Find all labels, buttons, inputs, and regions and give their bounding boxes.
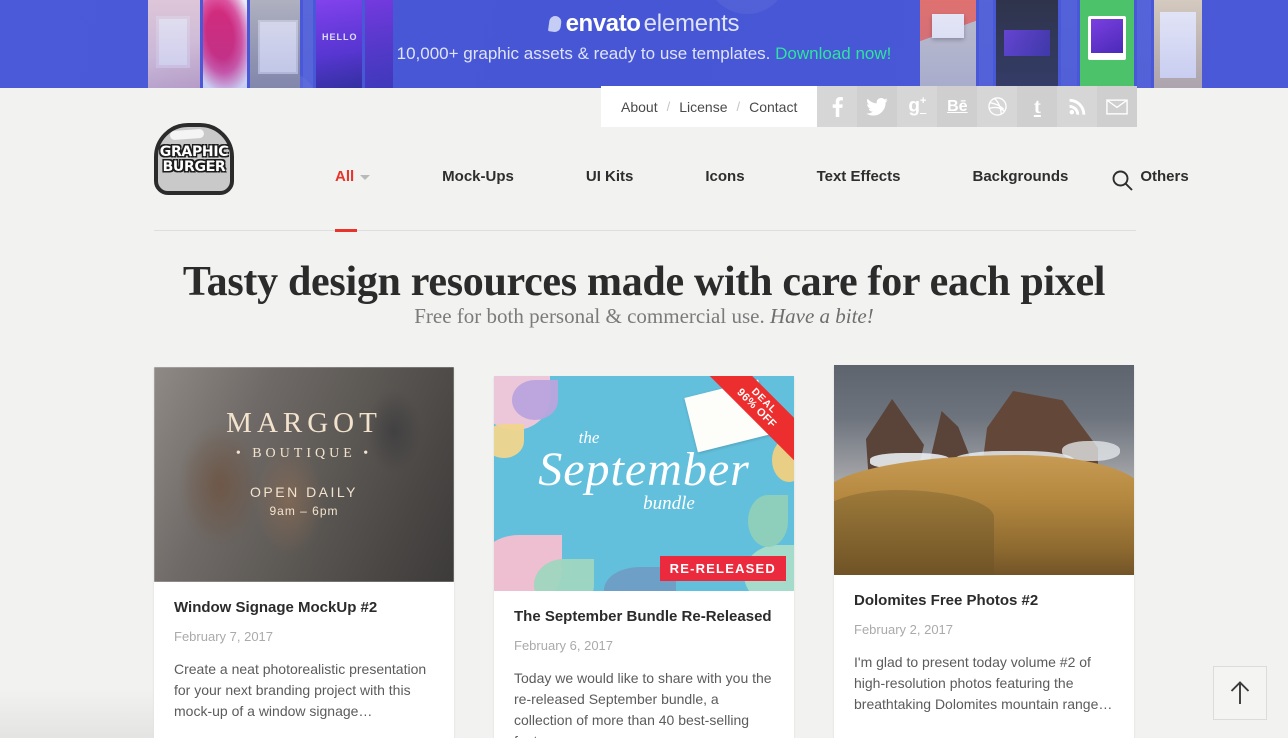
logo-text: GRAPHIC BURGER [154,145,234,175]
rss-icon[interactable] [1057,86,1098,127]
nav-item-backgrounds[interactable]: Backgrounds [972,168,1068,185]
google-plus-icon[interactable]: g+ [897,86,938,127]
post-thumbnail-link[interactable] [834,365,1134,575]
ad-tagline-row: 10,000+ graphic assets & ready to use te… [0,44,1288,64]
chevron-down-icon [360,174,371,180]
page-root: envato elements 10,000+ graphic assets &… [0,0,1288,738]
email-icon[interactable] [1097,86,1138,127]
envato-leaf-icon [547,15,562,33]
signage-line-2: • BOUTIQUE • [235,446,373,461]
nav-item-mock-ups[interactable]: Mock-Ups [442,168,514,185]
page-title: Tasty design resources made with care fo… [182,259,1106,305]
ad-cta-link[interactable]: Download now! [775,44,891,63]
page-bottom-fade [0,688,154,738]
bundle-overlay-text: the September bundle [494,428,794,515]
post-excerpt: I'm glad to present today volume #2 of h… [854,653,1113,713]
facebook-icon[interactable] [817,86,858,127]
nav-item-text-effects[interactable]: Text Effects [817,168,901,185]
post-thumbnail-link[interactable]: MARGOT • BOUTIQUE • OPEN DAILY 9am – 6pm [154,367,454,582]
utility-separator: / [736,99,741,114]
utility-link-license[interactable]: License [679,99,727,115]
post-title[interactable]: Dolomites Free Photos #2 [854,591,1114,611]
ad-brand-secondary: elements [643,10,740,37]
utility-separator: / [666,99,671,114]
search-icon[interactable] [1110,168,1134,192]
utility-bar: About / License / Contact g+ Bē t [601,86,1138,127]
post-title[interactable]: Window Signage MockUp #2 [174,598,434,618]
post-card[interactable]: the September bundle DEAL 96% OFF RE-REL… [494,376,794,738]
active-nav-underline [335,229,357,232]
nav-item-all[interactable]: All [335,168,371,185]
signage-line-4: 9am – 6pm [269,504,339,518]
utility-links: About / License / Contact [601,86,818,127]
post-date: February 2, 2017 [854,621,954,637]
page-subtitle: Free for both personal & commercial use.… [0,304,1288,329]
utility-link-contact[interactable]: Contact [749,99,797,115]
ad-tagline: 10,000+ graphic assets & ready to use te… [396,44,771,63]
post-excerpt: Create a neat photorealistic presentatio… [174,660,427,720]
scroll-to-top-button[interactable] [1213,666,1267,720]
subtitle-plain: Free for both personal & commercial use. [414,304,770,328]
bundle-line-september: September [538,443,750,496]
nav-item-others[interactable]: Others [1140,168,1188,185]
logo-line-1: GRAPHIC [159,144,229,160]
tumblr-icon[interactable]: t [1017,86,1058,127]
main-navigation: All Mock-Ups UI Kits Icons Text Effects … [335,168,1189,185]
signage-line-1: MARGOT [226,407,382,439]
behance-icon[interactable]: Bē [937,86,978,127]
post-card-body: The September Bundle Re-Released Februar… [494,591,794,738]
signage-overlay-text: MARGOT • BOUTIQUE • OPEN DAILY 9am – 6pm [154,407,454,518]
dribbble-icon[interactable] [977,86,1018,127]
post-date: February 7, 2017 [174,628,274,644]
post-card-grid: MARGOT • BOUTIQUE • OPEN DAILY 9am – 6pm… [154,365,1134,738]
post-card[interactable]: Dolomites Free Photos #2 February 2, 201… [834,365,1134,738]
post-card-body: Window Signage MockUp #2 February 7, 201… [154,582,454,738]
twitter-icon[interactable] [857,86,898,127]
post-title[interactable]: The September Bundle Re-Released [514,607,774,627]
arrow-up-icon [1230,681,1250,704]
post-card-body: Dolomites Free Photos #2 February 2, 201… [834,575,1134,737]
floral-decor [512,380,558,420]
photo-slope-foreground [834,490,994,575]
logo-line-2: BURGER [162,159,226,175]
header-divider [154,230,1136,231]
re-released-badge: RE-RELEASED [659,556,786,581]
envato-elements-ad-banner[interactable]: envato elements 10,000+ graphic assets &… [0,0,1288,88]
nav-item-ui-kits[interactable]: UI Kits [586,168,634,185]
ad-logo: envato elements [0,10,1288,38]
signage-line-3: OPEN DAILY [250,484,358,500]
post-card[interactable]: MARGOT • BOUTIQUE • OPEN DAILY 9am – 6pm… [154,367,454,738]
post-thumbnail-link[interactable]: the September bundle DEAL 96% OFF RE-REL… [494,376,794,591]
nav-item-icons[interactable]: Icons [705,168,744,185]
ad-brand-primary: envato [565,10,641,37]
nav-label: All [335,168,355,185]
utility-link-about[interactable]: About [621,99,658,115]
site-logo[interactable]: GRAPHIC BURGER [154,123,234,195]
post-date: February 6, 2017 [514,637,614,653]
post-excerpt: Today we would like to share with you th… [514,669,772,738]
subtitle-emphasis: Have a bite! [769,304,874,328]
